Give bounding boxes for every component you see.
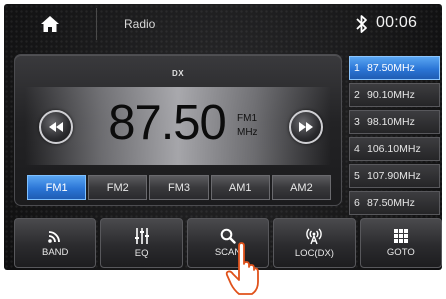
band-tab-fm2[interactable]: FM2 xyxy=(88,175,148,200)
preset-list: 1 87.50MHz 2 90.10MHz 3 98.10MHz 4 106.1… xyxy=(349,56,440,218)
band-button-label: BAND xyxy=(42,247,69,258)
frequency-unit: MHz xyxy=(237,127,258,138)
tuner-panel: DX 87.50 FM1 MHz FM1 FM2 FM3 AM1 AM2 xyxy=(14,54,342,206)
preset-5[interactable]: 5 107.90MHz xyxy=(349,164,440,188)
grid-icon xyxy=(393,229,408,243)
eq-button-label: EQ xyxy=(134,248,149,259)
preset-frequency: 106.10MHz xyxy=(367,143,421,155)
band-tabs: FM1 FM2 FM3 AM1 AM2 xyxy=(27,175,332,200)
band-button[interactable]: BAND xyxy=(14,218,97,268)
goto-button-label: GOTO xyxy=(386,247,415,258)
preset-4[interactable]: 4 106.10MHz xyxy=(349,137,440,161)
band-tab-am2[interactable]: AM2 xyxy=(271,175,332,200)
loc-dx-button[interactable]: LOC(DX) xyxy=(273,218,356,268)
radio-screen: Radio 00:06 DX 87.50 FM1 MHz FM1 FM2 FM3 xyxy=(4,4,442,270)
hand-pointer-icon xyxy=(225,242,259,295)
header-divider xyxy=(96,8,97,40)
seek-forward-button[interactable] xyxy=(289,110,323,144)
top-status-bar: Radio 00:06 xyxy=(4,4,442,44)
antenna-icon xyxy=(306,228,323,245)
seek-backward-button[interactable] xyxy=(39,110,73,144)
preset-number: 3 xyxy=(354,116,360,128)
bluetooth-icon xyxy=(356,15,367,33)
preset-frequency: 87.50MHz xyxy=(367,62,415,74)
preset-frequency: 87.50MHz xyxy=(367,197,415,209)
current-band-label: FM1 xyxy=(237,113,257,124)
preset-3[interactable]: 3 98.10MHz xyxy=(349,110,440,134)
loc-dx-button-label: LOC(DX) xyxy=(294,248,334,259)
band-indicator: FM1 MHz xyxy=(237,112,258,140)
goto-button[interactable]: GOTO xyxy=(359,218,442,268)
eq-button[interactable]: EQ xyxy=(100,218,183,268)
band-tab-fm3[interactable]: FM3 xyxy=(149,175,209,200)
frequency-readout: 87.50 xyxy=(108,96,227,150)
reception-mode: DX xyxy=(171,69,185,78)
seek-forward-icon xyxy=(299,122,313,132)
preset-number: 6 xyxy=(354,197,360,209)
preset-frequency: 107.90MHz xyxy=(367,170,421,182)
page-title: Radio xyxy=(124,17,156,31)
preset-frequency: 90.10MHz xyxy=(367,89,415,101)
preset-number: 4 xyxy=(354,143,360,155)
preset-6[interactable]: 6 87.50MHz xyxy=(349,191,440,215)
band-tab-am1[interactable]: AM1 xyxy=(210,175,270,200)
preset-number: 1 xyxy=(354,62,360,74)
equalizer-icon xyxy=(134,228,149,244)
home-button[interactable] xyxy=(4,4,96,44)
seek-backward-icon xyxy=(49,122,63,132)
home-icon xyxy=(41,16,59,32)
preset-number: 5 xyxy=(354,170,360,182)
clock: 00:06 xyxy=(376,14,418,31)
preset-2[interactable]: 2 90.10MHz xyxy=(349,83,440,107)
band-tab-fm1[interactable]: FM1 xyxy=(27,175,87,200)
preset-1[interactable]: 1 87.50MHz xyxy=(349,56,440,80)
preset-frequency: 98.10MHz xyxy=(367,116,415,128)
preset-number: 2 xyxy=(354,89,360,101)
signal-icon xyxy=(48,231,61,243)
